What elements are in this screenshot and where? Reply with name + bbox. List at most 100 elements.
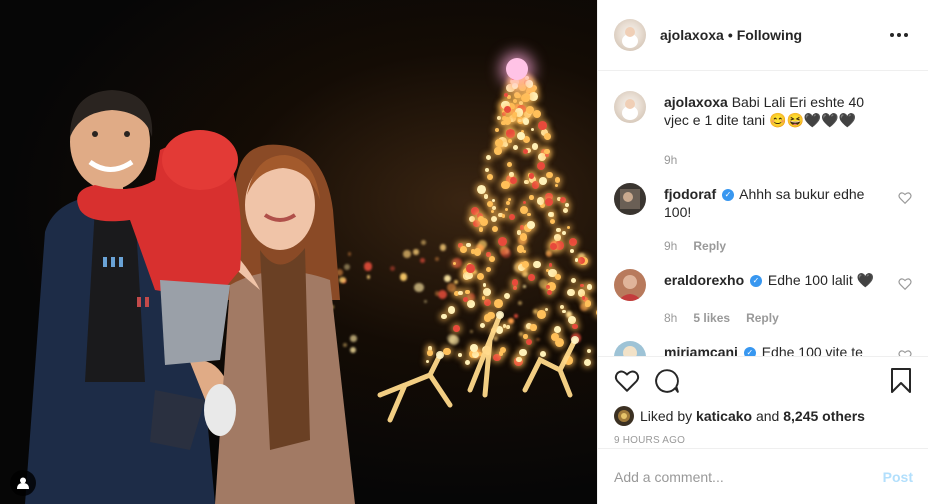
following-button[interactable]: Following	[737, 27, 802, 43]
liker-avatar[interactable]	[614, 406, 634, 426]
tree-light	[519, 225, 524, 230]
tree-light	[537, 161, 546, 171]
tree-light	[490, 209, 495, 213]
tree-light	[524, 180, 529, 185]
post-photo[interactable]	[0, 0, 597, 504]
comment-like-heart-icon[interactable]	[898, 277, 912, 291]
bokeh-light	[522, 284, 527, 289]
comment-avatar[interactable]	[614, 183, 646, 215]
tree-light	[536, 197, 545, 205]
tree-light	[519, 232, 528, 241]
tree-light	[516, 230, 522, 235]
likes-conjunction: and	[755, 408, 780, 424]
tree-light	[531, 127, 535, 131]
tree-light	[561, 230, 567, 236]
verified-badge-icon: ✓	[750, 275, 763, 288]
tree-light	[491, 215, 498, 222]
tree-light	[478, 227, 483, 232]
avatar-image	[622, 27, 638, 48]
user-tag-button[interactable]	[10, 470, 36, 496]
tree-light	[525, 80, 533, 88]
tree-light	[555, 177, 561, 183]
avatar-image	[618, 275, 642, 301]
tree-light	[545, 284, 550, 289]
tree-light	[483, 193, 489, 199]
tree-light	[503, 292, 510, 299]
bokeh-light	[414, 282, 425, 293]
comment-avatar[interactable]	[614, 269, 646, 301]
tree-light	[554, 234, 561, 241]
tree-light	[524, 75, 529, 80]
post-timestamp[interactable]: 9 HOURS AGO	[614, 435, 913, 446]
tree-light	[512, 99, 517, 104]
comment-input[interactable]	[614, 468, 883, 485]
bokeh-light	[435, 256, 439, 261]
more-options-icon[interactable]	[886, 29, 912, 41]
author-avatar[interactable]	[614, 19, 646, 51]
tree-light	[502, 141, 509, 148]
comment-time[interactable]: 8h	[664, 309, 677, 327]
comment-likes-count[interactable]: 5 likes	[693, 309, 730, 327]
tree-light	[503, 105, 512, 113]
comment-time[interactable]: 9h	[664, 151, 677, 169]
comment-avatar[interactable]	[614, 341, 646, 356]
reply-button[interactable]: Reply	[746, 309, 779, 327]
tree-light	[531, 181, 540, 190]
post-sidebar: ajolaxoxa • Following ajolaxoxa Babi Lal…	[597, 0, 928, 504]
tree-light	[533, 110, 542, 119]
likes-others-count[interactable]: 8,245 others	[783, 408, 865, 424]
tree-light	[554, 274, 561, 281]
tree-light	[569, 238, 578, 247]
tree-light	[522, 201, 526, 205]
heart-icon[interactable]	[614, 368, 640, 394]
likes-summary: Liked by katicako and 8,245 others	[614, 405, 913, 427]
comment-like-heart-icon[interactable]	[898, 349, 912, 356]
comment-username[interactable]: eraldorexho	[664, 272, 744, 288]
tree-light	[512, 83, 518, 90]
tree-light	[509, 172, 514, 177]
bokeh-light	[522, 270, 529, 277]
bokeh-light	[454, 279, 459, 284]
tree-light	[529, 173, 535, 179]
tree-light	[460, 246, 467, 253]
child-figure	[77, 130, 242, 450]
first-liker-username[interactable]: katicako	[696, 408, 752, 424]
comment-username[interactable]: ajolaxoxa	[664, 94, 728, 110]
tree-light	[473, 248, 482, 256]
avatar-image	[622, 99, 638, 120]
tree-light	[457, 290, 463, 296]
tree-light	[501, 214, 506, 218]
comment-time[interactable]: 9h	[664, 237, 677, 255]
tree-light	[508, 139, 513, 144]
tree-light	[501, 180, 510, 190]
avatar-image	[623, 346, 637, 356]
tree-light	[556, 227, 561, 233]
tree-light	[503, 117, 512, 125]
bokeh-light	[444, 275, 452, 283]
caption: ajolaxoxa Babi Lali Eri eshte 40 vjec e …	[614, 91, 912, 169]
tree-light	[489, 256, 495, 263]
tree-light	[526, 212, 531, 217]
tree-light	[522, 118, 530, 125]
post-header: ajolaxoxa • Following	[598, 0, 928, 71]
comment-like-heart-icon[interactable]	[898, 191, 912, 205]
tree-light	[570, 249, 575, 254]
tree-light	[495, 127, 500, 132]
tree-light	[580, 284, 584, 288]
liked-by-label: Liked by	[640, 408, 693, 424]
comment-avatar[interactable]	[614, 91, 646, 123]
comment-username[interactable]: fjodoraf	[664, 186, 716, 202]
tree-light	[521, 260, 530, 269]
post-comment-button[interactable]: Post	[883, 469, 913, 485]
comment-username[interactable]: miriamcani	[664, 344, 738, 356]
author-username[interactable]: ajolaxoxa	[660, 27, 724, 43]
tree-light	[506, 129, 515, 139]
reply-button[interactable]: Reply	[693, 237, 726, 255]
tree-light	[503, 92, 509, 97]
tree-light	[529, 91, 539, 101]
tree-light	[549, 218, 556, 225]
comments-list[interactable]: ajolaxoxa Babi Lali Eri eshte 40 vjec e …	[598, 71, 928, 356]
comment-icon[interactable]	[654, 368, 680, 394]
bokeh-light	[403, 250, 411, 259]
bookmark-icon[interactable]	[889, 368, 913, 394]
